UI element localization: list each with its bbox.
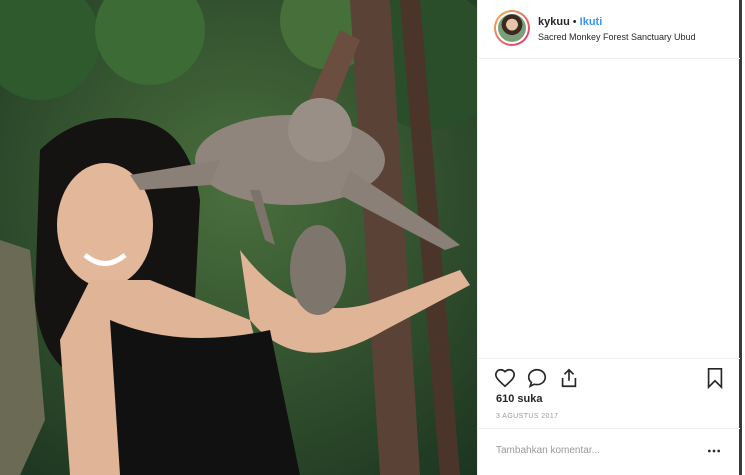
post-header: kykuu • Ikuti Sacred Monkey Forest Sanctua…	[478, 0, 740, 59]
heart-icon[interactable]	[494, 367, 516, 389]
action-bar	[478, 358, 740, 389]
post-date: 3 AGUSTUS 2017	[496, 413, 559, 420]
avatar[interactable]	[494, 10, 530, 46]
post-side-panel: kykuu • Ikuti Sacred Monkey Forest Sanctua…	[477, 0, 742, 475]
comment-bar: Tambahkan komentar...	[478, 428, 740, 475]
follow-button[interactable]: Ikuti	[580, 16, 603, 28]
comment-input[interactable]: Tambahkan komentar...	[496, 445, 600, 456]
more-options-icon[interactable]	[706, 443, 722, 459]
photo-illustration	[0, 0, 477, 475]
instagram-post-frame: kykuu • Ikuti Sacred Monkey Forest Sanctua…	[0, 0, 745, 475]
comment-icon[interactable]	[526, 367, 548, 389]
post-photo[interactable]	[0, 0, 477, 475]
separator-dot: •	[572, 16, 577, 28]
avatar-ring	[496, 12, 528, 44]
bookmark-icon[interactable]	[704, 367, 726, 389]
share-icon[interactable]	[558, 367, 580, 389]
username-link[interactable]: kykuu	[538, 16, 570, 28]
user-line: kykuu • Ikuti	[538, 16, 602, 29]
location-link[interactable]: Sacred Monkey Forest Sanctuary Ubud	[538, 32, 696, 43]
avatar-image	[498, 14, 526, 42]
likes-count[interactable]: 610 suka	[496, 393, 542, 405]
